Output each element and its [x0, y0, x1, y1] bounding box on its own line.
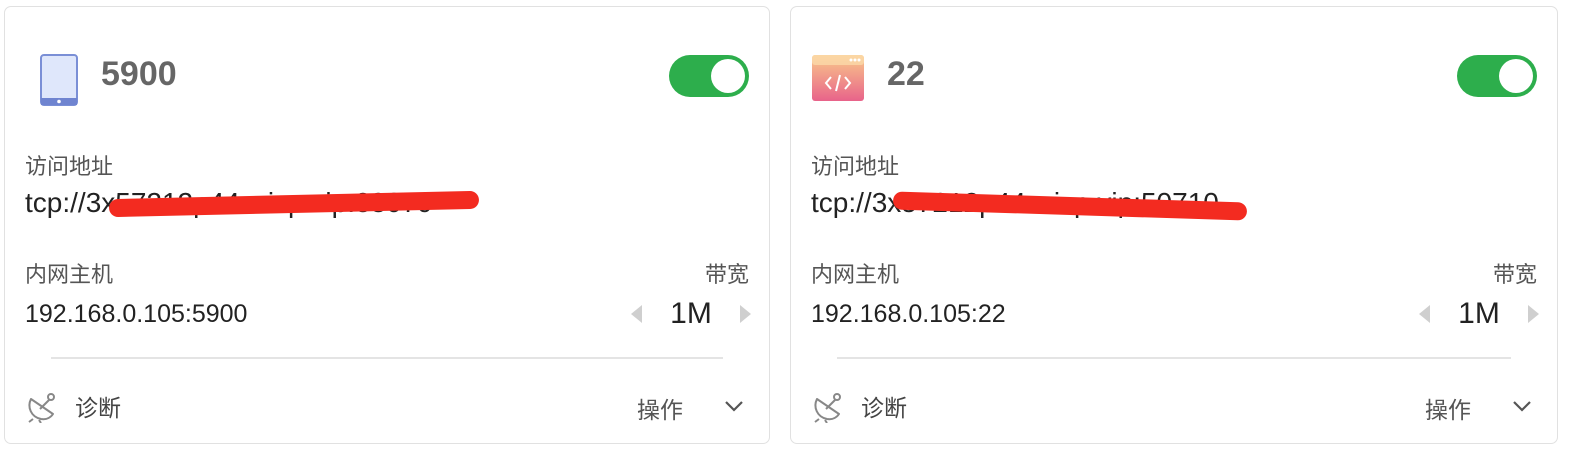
operations-dropdown[interactable]: 操作	[1425, 387, 1535, 427]
bandwidth-stepper: 1M	[631, 295, 751, 335]
diagnose-button[interactable]: 诊断	[23, 385, 163, 427]
operations-dropdown[interactable]: 操作	[637, 387, 747, 427]
tablet-icon	[40, 54, 78, 106]
diagnose-button[interactable]: 诊断	[809, 385, 949, 427]
bandwidth-label: 带宽	[1492, 263, 1537, 288]
bandwidth-value: 1M	[670, 297, 712, 330]
operations-label: 操作	[1425, 398, 1471, 424]
decrease-bandwidth-icon[interactable]	[1419, 305, 1430, 323]
satellite-dish-icon	[814, 393, 841, 423]
bandwidth-stepper: 1M	[1419, 295, 1539, 335]
bandwidth-label: 带宽	[704, 263, 749, 288]
mapping-title: 22	[887, 55, 925, 93]
divider	[51, 357, 723, 359]
decrease-bandwidth-icon[interactable]	[631, 305, 642, 323]
host-label: 内网主机	[25, 263, 114, 288]
port-mapping-card: 5900 访问地址 tcp://3x57212p44.wicp.vip:3807…	[4, 6, 770, 444]
chevron-down-icon	[1513, 401, 1531, 412]
mapping-title: 5900	[101, 55, 177, 93]
toggle-knob	[1499, 59, 1533, 93]
increase-bandwidth-icon[interactable]	[1528, 305, 1539, 323]
enable-toggle[interactable]	[1457, 55, 1537, 97]
code-window-icon	[812, 55, 864, 101]
internal-host: 192.168.0.105:22	[811, 300, 1006, 328]
operations-label: 操作	[637, 398, 683, 424]
port-mapping-card: 22 访问地址 tcp://3x57212p44.wicp.vip:50710 …	[790, 6, 1558, 444]
diagnose-label: 诊断	[861, 396, 907, 422]
host-label: 内网主机	[811, 263, 900, 288]
bandwidth-value: 1M	[1458, 297, 1500, 330]
internal-host: 192.168.0.105:5900	[25, 300, 248, 328]
satellite-dish-icon	[28, 393, 55, 423]
enable-toggle[interactable]	[669, 55, 749, 97]
address-label: 访问地址	[811, 155, 900, 180]
toggle-knob	[711, 59, 745, 93]
divider	[837, 357, 1511, 359]
chevron-down-icon	[725, 401, 743, 412]
diagnose-label: 诊断	[75, 396, 121, 422]
address-label: 访问地址	[25, 155, 114, 180]
increase-bandwidth-icon[interactable]	[740, 305, 751, 323]
